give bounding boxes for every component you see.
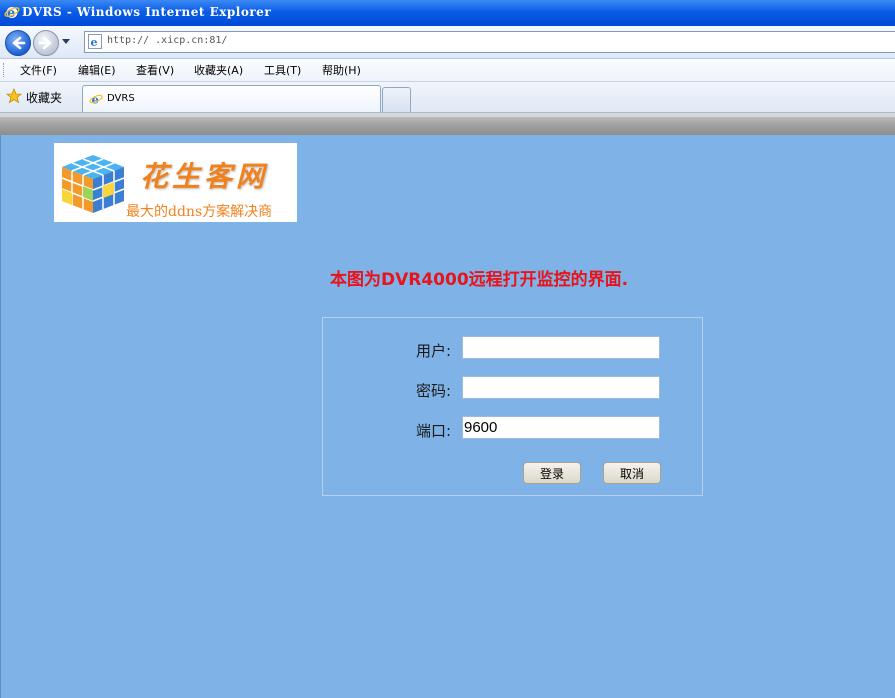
window-title: DVRS - Windows Internet Explorer: [22, 5, 272, 19]
password-input[interactable]: [462, 376, 660, 399]
address-url[interactable]: http:// .xicp.cn:81/: [107, 35, 227, 46]
svg-text:e: e: [92, 92, 99, 106]
port-label: 端口:: [416, 422, 452, 440]
user-input[interactable]: [462, 336, 660, 359]
menu-bar: 文件(F) 编辑(E) 查看(V) 收藏夹(A) 工具(T) 帮助(H): [0, 59, 895, 82]
logo: 花生客网 最大的ddns方案解决商: [54, 143, 297, 222]
svg-text:e: e: [91, 36, 98, 49]
menu-edit[interactable]: 编辑(E): [78, 62, 116, 78]
page-headline: 本图为DVR4000远程打开监控的界面.: [330, 270, 629, 290]
star-icon[interactable]: [6, 88, 22, 104]
cube-logo-icon: [61, 155, 125, 213]
favorites-button[interactable]: 收藏夹: [26, 89, 62, 106]
forward-arrow-icon: [38, 36, 52, 50]
logo-tagline: 最大的ddns方案解决商: [126, 204, 273, 220]
menu-file[interactable]: 文件(F): [20, 62, 57, 78]
logo-name: 花生客网: [140, 160, 269, 193]
forward-button[interactable]: [33, 30, 59, 56]
ie-tab-icon: e: [89, 92, 103, 106]
login-panel: 用户: 密码: 端口: 登录 取消: [322, 317, 703, 496]
menu-help[interactable]: 帮助(H): [322, 62, 361, 78]
tab-label: DVRS: [107, 93, 135, 104]
recent-pages-dropdown[interactable]: [62, 39, 70, 44]
menu-grip: [3, 63, 6, 77]
back-arrow-icon: [12, 36, 26, 50]
user-label: 用户:: [416, 342, 452, 360]
tab-dvrs[interactable]: e DVRS: [82, 85, 381, 112]
menu-view[interactable]: 查看(V): [136, 62, 174, 78]
new-tab-button[interactable]: [382, 87, 411, 112]
cancel-button[interactable]: 取消: [603, 462, 661, 484]
ie-icon: e: [4, 6, 20, 20]
login-button[interactable]: 登录: [523, 462, 581, 484]
address-bar[interactable]: e http:// .xicp.cn:81/: [84, 31, 895, 53]
menu-favorites[interactable]: 收藏夹(A): [194, 62, 243, 78]
title-bar: e DVRS - Windows Internet Explorer: [0, 0, 895, 26]
tab-bar: 收藏夹 e DVRS: [0, 82, 895, 113]
back-button[interactable]: [5, 30, 31, 56]
password-label: 密码:: [416, 382, 452, 400]
menu-tools[interactable]: 工具(T): [264, 62, 301, 78]
toolbar-separator-highlight: [0, 113, 895, 117]
navigation-bar: e http:// .xicp.cn:81/: [0, 26, 895, 59]
port-input[interactable]: [462, 416, 660, 439]
page-ie-icon: e: [88, 34, 102, 49]
